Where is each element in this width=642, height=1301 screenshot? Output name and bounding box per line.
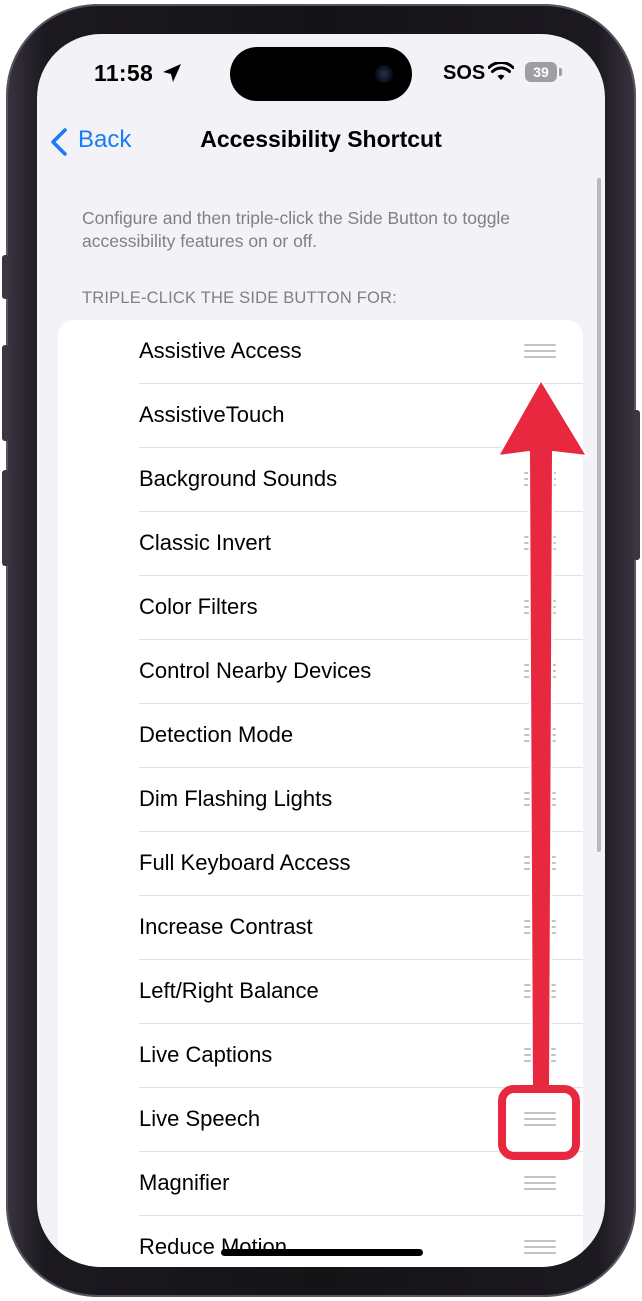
reorder-handle-icon[interactable] <box>524 1176 556 1190</box>
reorder-handle-icon[interactable] <box>524 344 556 358</box>
list-item-label: Increase Contrast <box>139 914 313 939</box>
list-item[interactable]: Classic Invert <box>58 512 583 576</box>
page-title: Accessibility Shortcut <box>200 126 442 152</box>
location-arrow-icon <box>163 64 181 82</box>
list-item-label: Classic Invert <box>139 530 272 555</box>
list-item[interactable]: Left/Right Balance <box>58 960 583 1024</box>
scroll-indicator[interactable] <box>597 178 601 852</box>
reorder-handle-icon[interactable] <box>524 1240 556 1254</box>
side-button <box>633 410 640 560</box>
home-indicator[interactable] <box>221 1249 423 1256</box>
reorder-handle-icon[interactable] <box>524 408 556 422</box>
reorder-handle-icon[interactable] <box>524 664 556 678</box>
list-item[interactable]: AssistiveTouch <box>58 384 583 448</box>
list-item[interactable]: Reduce Motion <box>58 1216 583 1267</box>
list-item-label: Detection Mode <box>139 722 294 747</box>
list-item[interactable]: Dim Flashing Lights <box>58 768 583 832</box>
list-item-label: Dim Flashing Lights <box>139 786 333 811</box>
battery-nub <box>559 68 562 76</box>
list-item[interactable]: Color Filters <box>58 576 583 640</box>
list-item[interactable]: Detection Mode <box>58 704 583 768</box>
list-item[interactable]: Magnifier <box>58 1152 583 1216</box>
list-item-label: Control Nearby Devices <box>139 658 372 683</box>
reorder-handle-icon[interactable] <box>524 728 556 742</box>
wifi-icon <box>488 62 514 80</box>
list-item-label: AssistiveTouch <box>139 402 285 427</box>
list-item-label: Full Keyboard Access <box>139 850 351 875</box>
shortcut-list: Assistive Access AssistiveTouch Background… <box>58 320 583 1267</box>
list-item[interactable]: Full Keyboard Access <box>58 832 583 896</box>
action-button <box>2 255 9 299</box>
list-item-label: Color Filters <box>139 594 258 619</box>
list-item[interactable]: Background Sounds <box>58 448 583 512</box>
list-item[interactable]: Live Speech <box>58 1088 583 1152</box>
reorder-handle-icon[interactable] <box>524 472 556 486</box>
front-camera <box>375 65 393 83</box>
list-item-label: Left/Right Balance <box>139 978 319 1003</box>
status-time: 11:58 <box>94 60 154 86</box>
list-item-label: Live Captions <box>139 1042 273 1067</box>
screen: 11:58 SOS 39 Back Accessibility Shortcut… <box>37 34 605 1267</box>
reorder-handle-icon[interactable] <box>524 536 556 550</box>
list-item-label: Reduce Motion <box>139 1234 287 1259</box>
section-description: Configure and then triple-click the Side… <box>82 208 511 251</box>
reorder-handle-icon[interactable] <box>524 984 556 998</box>
list-item[interactable]: Control Nearby Devices <box>58 640 583 704</box>
list-item-label: Magnifier <box>139 1170 230 1195</box>
list-item-label: Background Sounds <box>139 466 338 491</box>
dynamic-island <box>230 47 412 101</box>
reorder-handle-icon[interactable] <box>524 1048 556 1062</box>
list-item-label: Assistive Access <box>139 338 302 363</box>
reorder-handle-icon[interactable] <box>524 856 556 870</box>
list-item[interactable]: Increase Contrast <box>58 896 583 960</box>
carrier-status: SOS <box>443 62 486 84</box>
list-item-label: Live Speech <box>139 1106 261 1131</box>
battery-icon: 39 <box>525 62 557 82</box>
section-header: TRIPLE-CLICK THE SIDE BUTTON FOR: <box>82 289 397 307</box>
volume-down-button <box>2 470 9 566</box>
reorder-handle-icon[interactable] <box>524 920 556 934</box>
list-item[interactable]: Live Captions <box>58 1024 583 1088</box>
list-item[interactable]: Assistive Access <box>58 320 583 384</box>
reorder-handle-icon[interactable] <box>524 600 556 614</box>
reorder-handle-icon[interactable] <box>524 1112 556 1126</box>
volume-up-button <box>2 345 9 441</box>
reorder-handle-icon[interactable] <box>524 792 556 806</box>
